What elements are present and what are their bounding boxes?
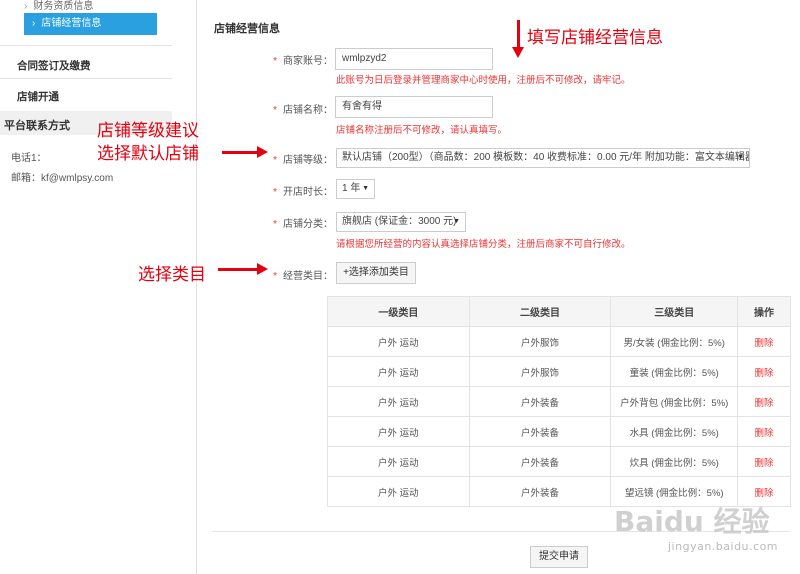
select-value: 1 年 <box>342 183 361 194</box>
required-mark: * <box>273 187 277 198</box>
annotation-top: 填写店铺经营信息 <box>527 28 663 48</box>
sidebar-item-store-open[interactable]: 店铺开通 <box>17 89 59 104</box>
level2-cell: 户外装备 <box>468 476 612 507</box>
chevron-right-icon: › <box>24 1 28 12</box>
level1-cell: 户外 运动 <box>327 326 470 357</box>
delete-link[interactable]: 删除 <box>737 326 791 357</box>
sidebar-item-label: 财务资质信息 <box>33 1 94 12</box>
store-name-input[interactable]: 有舍有得 <box>335 96 493 118</box>
level2-cell: 户外服饰 <box>468 356 612 387</box>
level3-cell: 炊具 (佣金比例：5%) <box>610 446 739 477</box>
table-row: 户外 运动 户外装备 炊具 (佣金比例：5%) 删除 <box>327 446 791 477</box>
label-text: 店铺分类： <box>283 219 333 230</box>
delete-link[interactable]: 删除 <box>737 386 791 417</box>
contact-title: 平台联系方式 <box>4 120 70 132</box>
column-header: 二级类目 <box>468 296 612 327</box>
store-level-select[interactable]: 默认店铺（200型）（商品数：200 模板数：40 收费标准：0.00 元/年 … <box>336 148 750 168</box>
level1-cell: 户外 运动 <box>327 356 470 387</box>
sidebar-item-contract[interactable]: 合同签订及缴费 <box>17 58 91 73</box>
account-input[interactable]: wmlpzyd2 <box>335 48 493 70</box>
divider <box>196 0 197 574</box>
store-name-label: * 店铺名称： <box>253 101 333 116</box>
delete-link[interactable]: 删除 <box>737 416 791 447</box>
table-row: 户外 运动 户外服饰 男/女装 (佣金比例：5%) 删除 <box>327 326 791 357</box>
chevron-right-icon: › <box>32 18 36 29</box>
duration-label: * 开店时长： <box>253 183 333 198</box>
dropdown-arrow-icon: ▼ <box>362 185 369 192</box>
page-title: 店铺经营信息 <box>214 23 280 35</box>
label-text: 经营类目： <box>283 271 333 282</box>
annotation-arrow-right-icon <box>222 146 268 158</box>
level1-cell: 户外 运动 <box>327 416 470 447</box>
level2-cell: 户外装备 <box>468 386 612 417</box>
level2-cell: 户外装备 <box>468 416 612 447</box>
account-hint: 此账号为日后登录并管理商家中心时使用，注册后不可修改，请牢记。 <box>336 75 631 86</box>
category-table: 一级类目 二级类目 三级类目 操作 户外 运动 户外服饰 男/女装 (佣金比例：… <box>327 296 791 507</box>
baidu-watermark-logo: Baidu 经验 <box>614 505 770 538</box>
label-text: 开店时长： <box>283 187 333 198</box>
store-name-hint: 店铺名称注册后不可修改，请认真填写。 <box>336 125 508 136</box>
column-header: 一级类目 <box>327 296 470 327</box>
required-mark: * <box>273 155 277 166</box>
sidebar: › 财务资质信息 › 店铺经营信息 合同签订及缴费 店铺开通 平台联系方式 电话1：… <box>0 0 172 574</box>
baidu-watermark-url: jingyan.baidu.com <box>668 540 779 553</box>
level2-cell: 户外服饰 <box>468 326 612 357</box>
annotation-level-line2: 选择默认店铺 <box>97 144 199 164</box>
level2-cell: 户外装备 <box>468 446 612 477</box>
annotation-level-line1: 店铺等级建议 <box>97 121 199 141</box>
add-category-button[interactable]: +选择添加类目 <box>336 262 416 284</box>
submit-button[interactable]: 提交申请 <box>530 546 588 568</box>
level3-cell: 童装 (佣金比例：5%) <box>610 356 739 387</box>
required-mark: * <box>273 271 277 282</box>
dropdown-arrow-icon: ▼ <box>737 154 744 161</box>
table-row: 户外 运动 户外装备 户外背包 (佣金比例：5%) 删除 <box>327 386 791 417</box>
select-value: 默认店铺（200型）（商品数：200 模板数：40 收费标准：0.00 元/年 … <box>342 152 750 163</box>
level3-cell: 水具 (佣金比例：5%) <box>610 416 739 447</box>
dropdown-arrow-icon: ▼ <box>453 218 460 225</box>
table-row: 户外 运动 户外装备 水具 (佣金比例：5%) 删除 <box>327 416 791 447</box>
table-row: 户外 运动 户外服饰 童装 (佣金比例：5%) 删除 <box>327 356 791 387</box>
duration-select[interactable]: 1 年 ▼ <box>336 179 375 199</box>
level1-cell: 户外 运动 <box>327 446 470 477</box>
select-value: 旗舰店 (保证金：3000 元) <box>342 216 457 227</box>
divider <box>0 78 172 79</box>
contact-email: 邮箱：kf@wmlpsy.com <box>11 173 114 184</box>
level3-cell: 户外背包 (佣金比例：5%) <box>610 386 739 417</box>
required-mark: * <box>273 105 277 116</box>
delete-link[interactable]: 删除 <box>737 446 791 477</box>
divider <box>0 45 172 46</box>
sidebar-item-store-info[interactable]: › 店铺经营信息 <box>24 13 157 35</box>
level1-cell: 户外 运动 <box>327 386 470 417</box>
label-text: 店铺名称： <box>283 105 333 116</box>
account-label: * 商家账号： <box>253 52 333 67</box>
category-select[interactable]: 旗舰店 (保证金：3000 元) ▼ <box>336 212 466 232</box>
sidebar-item-label: 店铺经营信息 <box>41 18 102 29</box>
annotation-category: 选择类目 <box>138 265 206 285</box>
label-text: 商家账号： <box>283 56 333 67</box>
level3-cell: 男/女装 (佣金比例：5%) <box>610 326 739 357</box>
level1-cell: 户外 运动 <box>327 476 470 507</box>
contact-phone: 电话1： <box>11 153 47 164</box>
delete-link[interactable]: 删除 <box>737 356 791 387</box>
annotation-arrow-down-icon <box>512 20 524 58</box>
column-header: 操作 <box>737 296 791 327</box>
table-header-row: 一级类目 二级类目 三级类目 操作 <box>327 296 791 327</box>
annotation-arrow-right-icon <box>218 263 268 275</box>
required-mark: * <box>273 219 277 230</box>
label-text: 店铺等级： <box>283 155 333 166</box>
category-hint: 请根据您所经营的内容认真选择店铺分类，注册后商家不可自行修改。 <box>336 239 631 250</box>
column-header: 三级类目 <box>610 296 739 327</box>
category-label: * 店铺分类： <box>253 215 333 230</box>
required-mark: * <box>273 56 277 67</box>
sidebar-item-finance[interactable]: › 财务资质信息 <box>24 0 93 12</box>
